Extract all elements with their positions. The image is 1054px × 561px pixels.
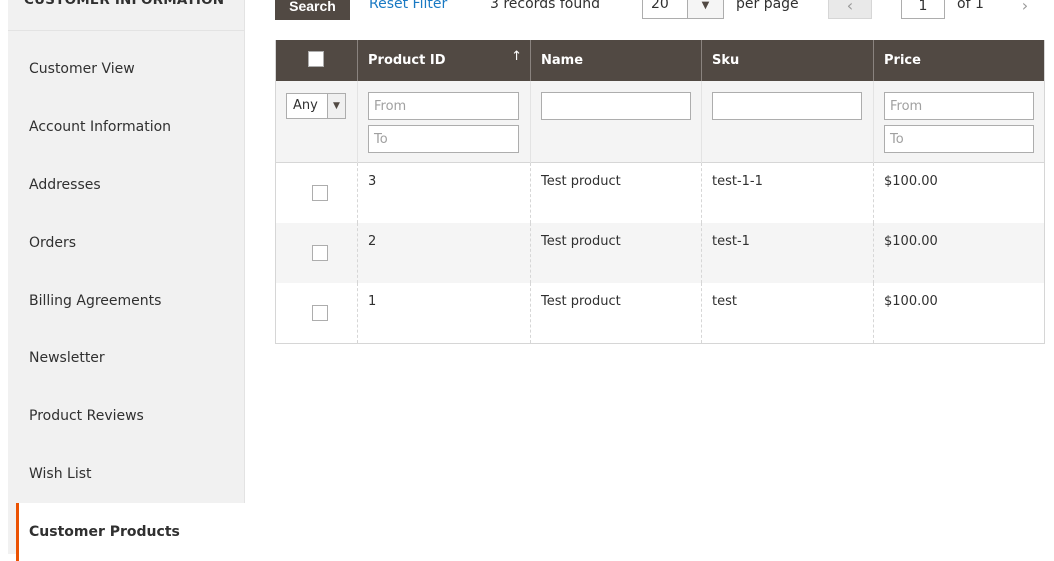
name-cell: Test product [530,163,701,223]
row-select-cell [276,223,357,283]
table-row[interactable]: 1 Test product test $100.00 [276,283,1044,343]
per-page-label: per page [736,0,799,12]
sku-cell: test-1 [701,223,873,283]
total-pages-label: of 1 [957,0,984,12]
selection-filter-select[interactable]: Any ▼ [286,93,346,119]
column-header-label: Product ID [368,53,446,68]
sidebar-item-orders[interactable]: Orders [8,214,245,272]
column-header-name[interactable]: Name [530,40,701,81]
chevron-right-icon: › [1021,0,1029,15]
row-select-cell [276,283,357,343]
row-checkbox[interactable] [312,305,328,321]
sidebar-item-addresses[interactable]: Addresses [8,156,245,214]
sidebar-item-billing-agreements[interactable]: Billing Agreements [8,272,245,330]
product-id-cell: 2 [357,223,530,283]
sidebar-item-customer-products[interactable]: Customer Products [16,503,245,561]
chevron-down-icon: ▼ [327,94,345,118]
sidebar-item-wish-list[interactable]: Wish List [8,445,245,503]
product-id-cell: 1 [357,283,530,343]
column-header-price[interactable]: Price [873,40,1044,81]
header-select-all [276,40,357,81]
filter-row: Any ▼ From To From To [276,81,1044,163]
reset-filter-link[interactable]: Reset Filter [369,0,447,12]
filter-cell-sku [701,81,873,163]
next-page-button[interactable]: › [1003,0,1047,19]
chevron-left-icon: ‹ [846,0,854,15]
price-cell: $100.00 [873,283,1044,343]
filter-cell-product-id: From To [357,81,530,163]
per-page-select[interactable]: 20 ▼ [642,0,724,19]
name-cell: Test product [530,283,701,343]
products-grid: Product ID ↑ Name Sku Price Any ▼ From T… [275,40,1045,344]
table-row[interactable]: 2 Test product test-1 $100.00 [276,223,1044,283]
row-checkbox[interactable] [312,185,328,201]
price-to-input[interactable]: To [884,125,1034,153]
product-id-from-input[interactable]: From [368,92,519,120]
sidebar-item-product-reviews[interactable]: Product Reviews [8,387,245,445]
search-button[interactable]: Search [275,0,350,20]
sidebar: Customer Information Customer View Accou… [8,0,245,561]
sidebar-divider [8,30,245,31]
filter-cell-name [530,81,701,163]
column-header-sku[interactable]: Sku [701,40,873,81]
per-page-value: 20 [651,0,669,12]
price-cell: $100.00 [873,223,1044,283]
sidebar-item-account-information[interactable]: Account Information [8,98,245,156]
filter-cell-price: From To [873,81,1044,163]
product-id-cell: 3 [357,163,530,223]
price-cell: $100.00 [873,163,1044,223]
sidebar-title: Customer Information [24,0,225,8]
name-filter-input[interactable] [541,92,691,120]
selection-filter-value: Any [293,98,318,113]
row-select-cell [276,163,357,223]
column-header-product-id[interactable]: Product ID ↑ [357,40,530,81]
page-number-input[interactable]: 1 [901,0,945,19]
sort-ascending-icon: ↑ [511,49,522,64]
select-all-checkbox[interactable] [308,51,324,67]
row-checkbox[interactable] [312,245,328,261]
grid-header: Product ID ↑ Name Sku Price [276,40,1044,81]
records-found-count: 3 records found [490,0,600,12]
sku-filter-input[interactable] [712,92,862,120]
sidebar-item-customer-view[interactable]: Customer View [8,40,245,98]
sku-cell: test [701,283,873,343]
chevron-down-icon[interactable]: ▼ [687,0,723,18]
name-cell: Test product [530,223,701,283]
price-from-input[interactable]: From [884,92,1034,120]
sku-cell: test-1-1 [701,163,873,223]
filter-cell-select: Any ▼ [276,81,357,163]
table-row[interactable]: 3 Test product test-1-1 $100.00 [276,163,1044,223]
product-id-to-input[interactable]: To [368,125,519,153]
previous-page-button[interactable]: ‹ [828,0,872,19]
sidebar-item-newsletter[interactable]: Newsletter [8,329,245,387]
